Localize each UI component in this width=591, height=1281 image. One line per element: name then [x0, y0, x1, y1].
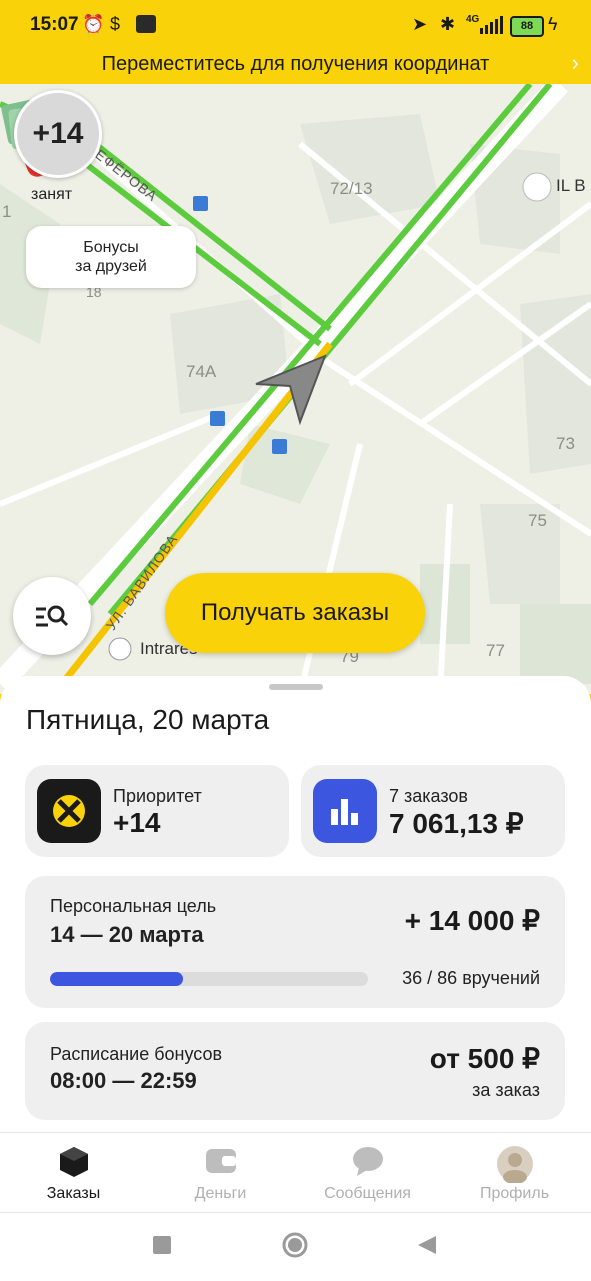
map-label: 73	[556, 434, 575, 453]
tab-label: Деньги	[194, 1185, 247, 1202]
app-notification-icon	[136, 15, 156, 33]
tab-orders[interactable]: Заказы	[0, 1133, 147, 1213]
drag-handle[interactable]	[269, 684, 323, 690]
map-label: 77	[486, 641, 505, 660]
chevron-right-icon: ›	[571, 50, 579, 75]
chat-icon	[294, 1145, 441, 1179]
location-arrow-icon: ➤	[412, 14, 428, 34]
bubble-line: за друзей	[75, 258, 147, 275]
personal-goal-card[interactable]: Персональная цель 14 — 20 марта + 14 000…	[25, 876, 565, 1008]
tab-messages[interactable]: Сообщения	[294, 1133, 441, 1213]
tab-label: Сообщения	[324, 1185, 411, 1202]
app-notification-icon: $	[110, 14, 121, 34]
avatar	[441, 1145, 588, 1183]
orders-card[interactable]: 7 заказов 7 061,13 ₽	[301, 765, 565, 857]
tab-label: Профиль	[479, 1185, 550, 1202]
tab-label: Заказы	[46, 1185, 101, 1202]
tab-profile[interactable]: Профиль	[441, 1133, 588, 1213]
map-label: 74А	[186, 362, 217, 381]
goal-progress-fill	[50, 972, 184, 986]
priority-card[interactable]: Приоритет +14	[25, 765, 289, 857]
tab-bar: Заказы Деньги Сообщения Профиль	[0, 1132, 591, 1213]
driver-status: занят	[31, 186, 73, 203]
recents-icon[interactable]	[152, 1235, 172, 1255]
goal-progress-bar	[50, 972, 368, 986]
bonus-schedule-card[interactable]: Расписание бонусов 08:00 — 22:59 от 500 …	[25, 1022, 565, 1120]
bonus-amount: от 500 ₽	[429, 1043, 540, 1074]
system-nav-bar	[0, 1212, 591, 1281]
signal-icon	[480, 16, 503, 34]
bubble-line: Бонусы	[83, 239, 139, 256]
priority-badge[interactable]: +14	[14, 90, 102, 178]
goal-reward: + 14 000 ₽	[404, 905, 540, 936]
priority-value: +14	[113, 807, 161, 838]
search-orders-button[interactable]	[13, 577, 91, 655]
charging-icon: ϟ	[548, 14, 558, 34]
page-title: Пятница, 20 марта	[26, 704, 270, 735]
priority-icon	[37, 779, 101, 843]
orders-total: 7 061,13 ₽	[389, 808, 524, 839]
home-icon[interactable]	[282, 1232, 308, 1258]
alarm-icon: ⏰	[82, 14, 105, 34]
get-orders-button[interactable]: Получать заказы	[165, 573, 425, 653]
tab-money[interactable]: Деньги	[147, 1133, 294, 1213]
orders-count: 7 заказов	[389, 786, 468, 806]
banner-text: Переместитесь для получения координат	[101, 53, 490, 75]
bluetooth-icon: ✱	[440, 14, 456, 34]
status-time: 15:07	[30, 14, 79, 35]
location-banner[interactable]: Переместитесь для получения координат ›	[0, 44, 591, 84]
back-icon[interactable]	[416, 1234, 438, 1256]
goal-progress-text: 36 / 86 вручений	[402, 968, 540, 988]
bonus-hours: 08:00 — 22:59	[50, 1068, 197, 1093]
bonus-per: за заказ	[472, 1080, 540, 1100]
search-list-icon	[36, 605, 69, 627]
bonus-title: Расписание бонусов	[50, 1044, 223, 1064]
goal-period: 14 — 20 марта	[50, 922, 204, 947]
priority-label: Приоритет	[113, 786, 202, 806]
goal-title: Персональная цель	[50, 896, 217, 916]
orders-icon	[0, 1145, 147, 1179]
friend-bonus-bubble[interactable]: Бонусы за друзей	[26, 226, 196, 288]
map-label: 1	[2, 202, 12, 221]
poi-label: IL B	[556, 176, 586, 195]
map-label: 72/13	[330, 179, 373, 198]
battery-icon: 88	[510, 16, 544, 37]
wallet-icon	[147, 1145, 294, 1179]
stats-icon	[313, 779, 377, 843]
map-label: 75	[528, 511, 547, 530]
